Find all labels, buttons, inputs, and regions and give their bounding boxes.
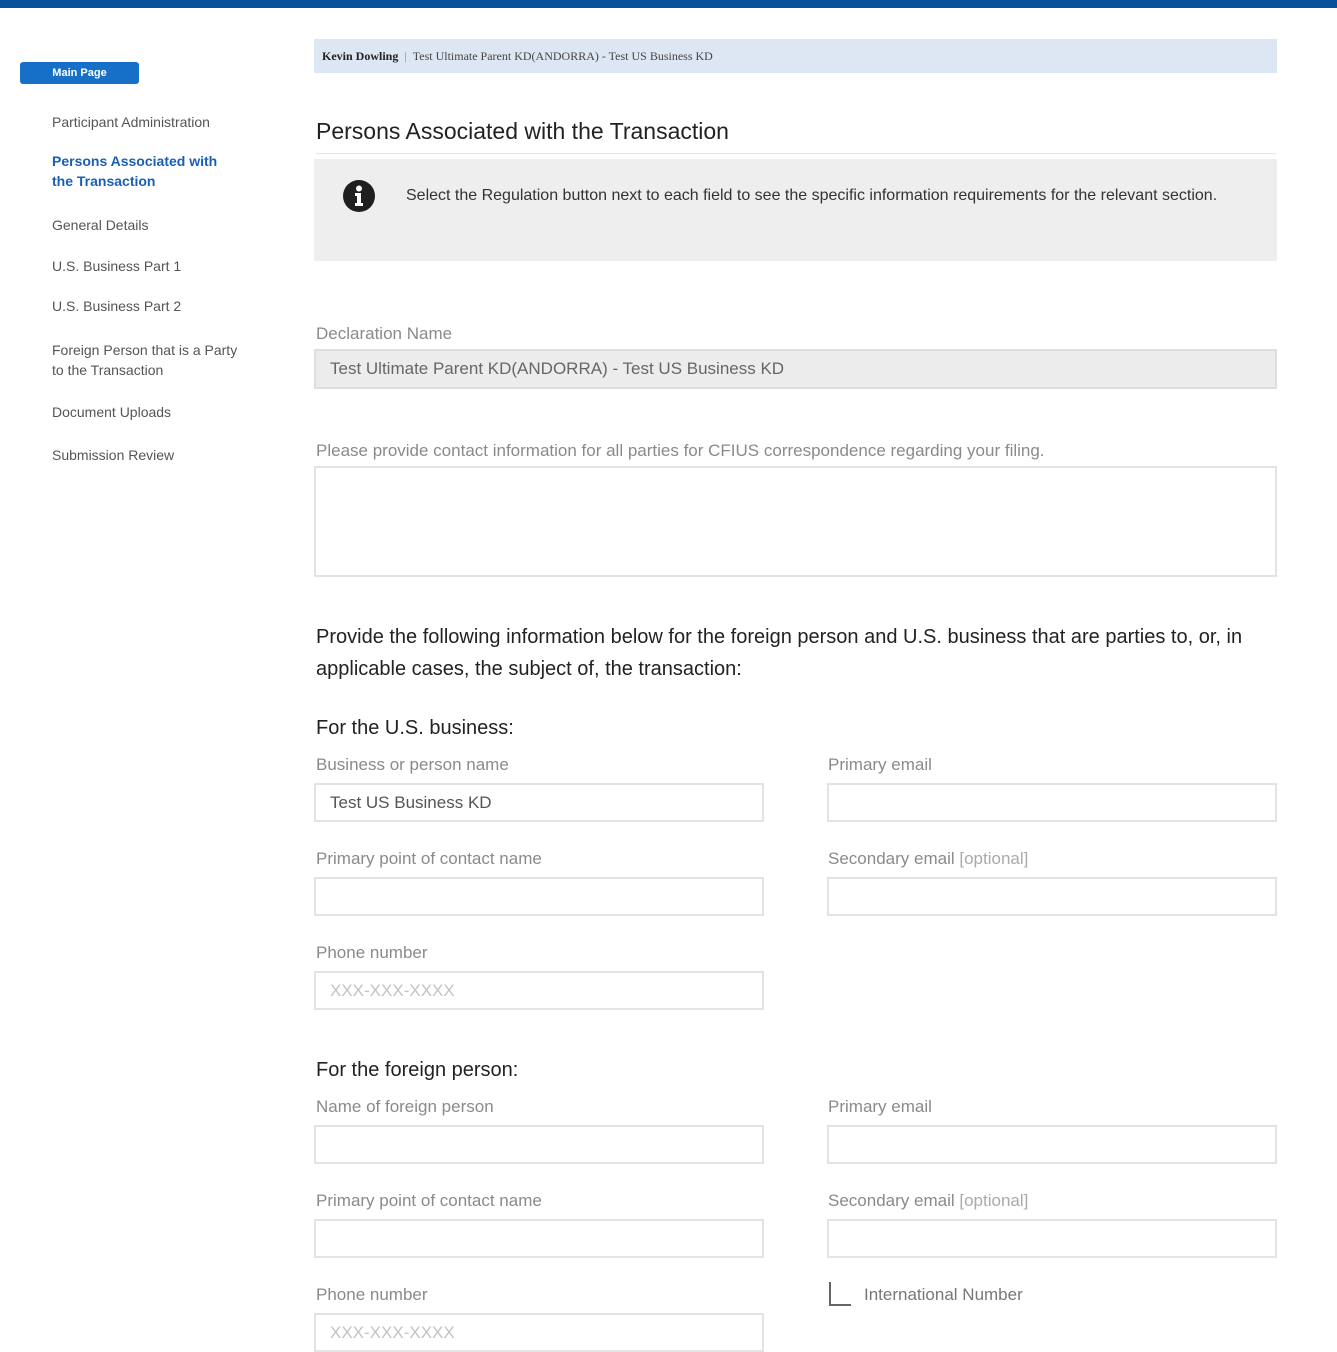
us-phone-input[interactable]	[314, 971, 764, 1010]
declaration-name-label: Declaration Name	[316, 324, 453, 343]
contact-info-textarea[interactable]	[314, 466, 1277, 577]
us-business-name-input[interactable]	[314, 783, 764, 822]
sidebar-item-participant-administration[interactable]: Participant Administration	[52, 112, 262, 132]
foreign-poc-name-label: Primary point of contact name	[316, 1191, 542, 1210]
foreign-phone-label: Phone number	[316, 1285, 428, 1304]
breadcrumb-filing: Test Ultimate Parent KD(ANDORRA) - Test …	[412, 49, 713, 63]
breadcrumb-separator: |	[404, 49, 407, 63]
breadcrumb-user: Kevin Dowling	[322, 49, 399, 63]
foreign-secondary-email-label: Secondary email [optional]	[828, 1191, 1028, 1211]
instructions-text: Provide the following information below …	[316, 626, 1243, 680]
info-circle-icon	[343, 180, 375, 212]
international-number-checkbox[interactable]	[829, 1282, 851, 1306]
optional-tag: [optional]	[959, 849, 1029, 868]
sidebar-item-document-uploads[interactable]: Document Uploads	[52, 402, 262, 422]
sidebar: Main Page Participant Administration Per…	[20, 62, 260, 463]
foreign-primary-email-input[interactable]	[827, 1125, 1277, 1164]
breadcrumb: Kevin Dowling | Test Ultimate Parent KD(AN…	[314, 39, 1277, 73]
contact-info-label: Please provide contact information for a…	[316, 441, 1045, 460]
foreign-name-input[interactable]	[314, 1125, 764, 1164]
us-secondary-email-input[interactable]	[827, 877, 1277, 916]
sidebar-item-us-business-part-2[interactable]: U.S. Business Part 2	[52, 296, 262, 316]
foreign-primary-email-label: Primary email	[828, 1097, 932, 1116]
us-business-heading: For the U.S. business:	[316, 717, 514, 739]
us-secondary-email-label: Secondary email [optional]	[828, 849, 1028, 869]
sidebar-item-persons-associated[interactable]: Persons Associated with the Transaction	[52, 151, 232, 191]
international-number-label[interactable]: International Number	[864, 1285, 1023, 1305]
info-text: Select the Regulation button next to eac…	[406, 187, 1218, 204]
optional-tag: [optional]	[959, 1191, 1029, 1210]
info-box: Select the Regulation button next to eac…	[314, 159, 1277, 261]
us-secondary-email-text: Secondary email	[828, 849, 955, 868]
us-poc-name-input[interactable]	[314, 877, 764, 916]
us-phone-label: Phone number	[316, 943, 428, 962]
foreign-name-label: Name of foreign person	[316, 1097, 494, 1116]
sidebar-item-submission-review[interactable]: Submission Review	[52, 445, 262, 465]
us-primary-email-label: Primary email	[828, 755, 932, 774]
foreign-secondary-email-input[interactable]	[827, 1219, 1277, 1258]
foreign-secondary-email-text: Secondary email	[828, 1191, 955, 1210]
sidebar-item-foreign-person[interactable]: Foreign Person that is a Party to the Tr…	[52, 340, 242, 380]
us-business-name-label: Business or person name	[316, 755, 509, 774]
foreign-phone-input[interactable]	[314, 1313, 764, 1352]
sidebar-item-us-business-part-1[interactable]: U.S. Business Part 1	[52, 256, 262, 276]
foreign-person-heading: For the foreign person:	[316, 1059, 519, 1081]
declaration-name-field	[314, 349, 1277, 389]
foreign-poc-name-input[interactable]	[314, 1219, 764, 1258]
us-primary-email-input[interactable]	[827, 783, 1277, 822]
us-poc-name-label: Primary point of contact name	[316, 849, 542, 868]
top-accent-bar	[0, 0, 1337, 8]
sidebar-item-general-details[interactable]: General Details	[52, 215, 262, 235]
main-page-button[interactable]: Main Page	[20, 62, 139, 84]
page-title: Persons Associated with the Transaction	[316, 118, 1276, 154]
